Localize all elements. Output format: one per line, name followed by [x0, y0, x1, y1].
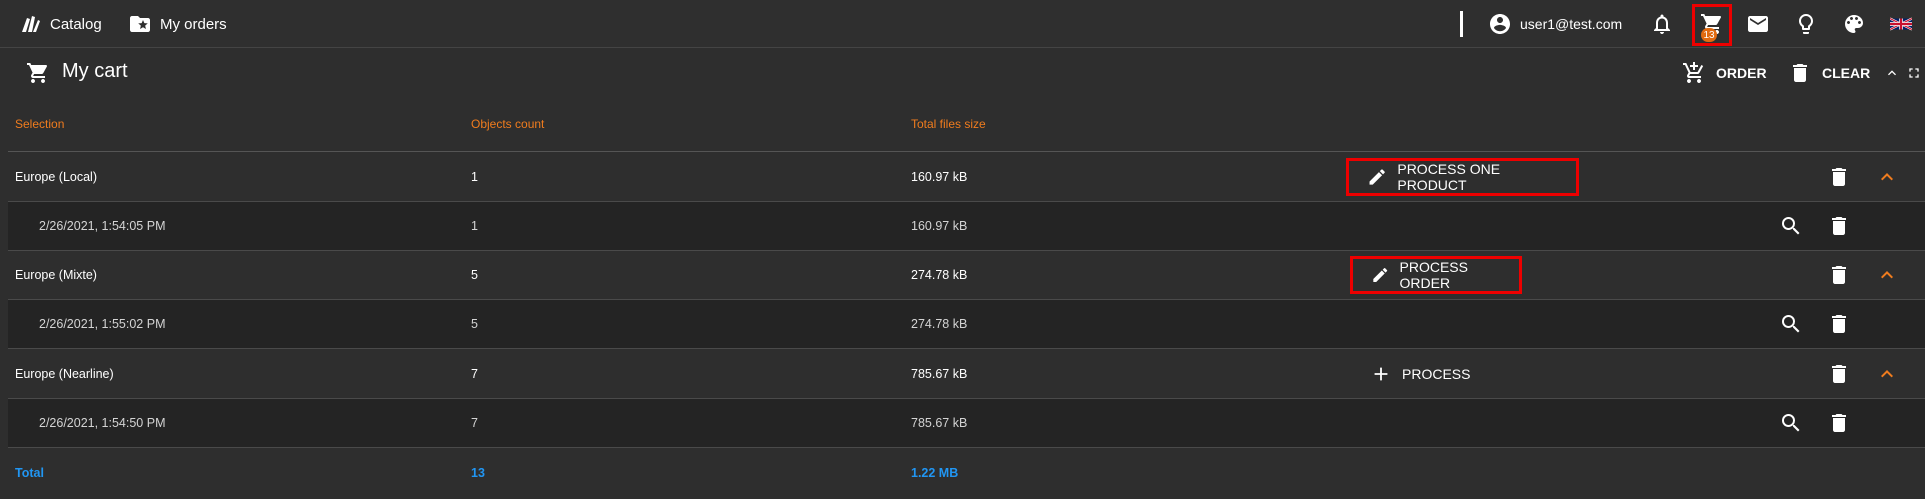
cell-total-size: 785.67 kB — [911, 367, 968, 381]
cell-total-size: 160.97 kB — [911, 219, 968, 233]
catalog-icon — [22, 16, 40, 32]
search-icon[interactable] — [1779, 312, 1803, 336]
cell-selection: Europe (Nearline) — [15, 367, 114, 381]
chevron-up-icon[interactable] — [1875, 165, 1899, 189]
process-button[interactable]: PROCESS — [1352, 355, 1486, 393]
nav-divider — [1460, 11, 1463, 37]
table-row[interactable]: 2/26/2021, 1:54:50 PM 7 785.67 kB — [8, 399, 1925, 448]
chevron-up-icon[interactable] — [1875, 263, 1899, 287]
bell-icon — [1654, 14, 1670, 34]
table-row[interactable]: 2/26/2021, 1:54:05 PM 1 160.97 kB — [8, 202, 1925, 251]
cell-total-size: 785.67 kB — [911, 416, 968, 430]
column-header-total-size[interactable]: Total files size — [911, 117, 986, 131]
cart-arrow-down-icon — [1683, 62, 1704, 83]
process-one-product-button[interactable]: PROCESS ONE PRODUCT — [1346, 158, 1579, 196]
total-files-size: 1.22 MB — [911, 466, 959, 480]
messages-button[interactable] — [1734, 0, 1782, 48]
delete-icon[interactable] — [1827, 411, 1851, 435]
delete-icon[interactable] — [1827, 214, 1851, 238]
cell-objects-count: 1 — [471, 170, 478, 184]
cell-selection: Europe (Local) — [15, 170, 97, 184]
cell-objects-count: 5 — [471, 317, 478, 331]
cart-count-badge: 13 — [1701, 28, 1717, 42]
table-row[interactable]: Europe (Mixte) 5 274.78 kB PROCESS ORDER — [8, 251, 1925, 300]
page-title: My cart — [62, 60, 128, 82]
lightbulb-icon — [1799, 14, 1813, 34]
delete-icon[interactable] — [1827, 263, 1851, 287]
process-button-label: PROCESS ONE PRODUCT — [1397, 161, 1501, 193]
cell-selection: 2/26/2021, 1:55:02 PM — [39, 317, 166, 331]
uk-flag-icon — [1890, 17, 1912, 31]
nav-catalog-label: Catalog — [50, 15, 102, 33]
delete-icon[interactable] — [1827, 165, 1851, 189]
help-button[interactable] — [1782, 0, 1830, 48]
palette-icon — [1845, 15, 1863, 33]
nav-my-orders-label: My orders — [160, 15, 227, 33]
cart-header: My cart ORDER CLEAR — [8, 49, 1925, 96]
user-email: user1@test.com — [1520, 16, 1623, 32]
user-menu[interactable]: user1@test.com — [1488, 0, 1622, 48]
top-navbar: Catalog My orders user1@test.com 13 — [0, 0, 1925, 48]
table-total-row: Total 13 1.22 MB — [8, 449, 1925, 498]
pencil-icon — [1369, 169, 1385, 185]
nav-my-orders[interactable]: My orders — [128, 0, 227, 48]
chevron-up-icon[interactable] — [1884, 65, 1900, 81]
folder-star-icon — [130, 16, 150, 32]
search-icon[interactable] — [1779, 214, 1803, 238]
search-icon[interactable] — [1779, 411, 1803, 435]
nav-catalog[interactable]: Catalog — [18, 0, 102, 48]
theme-button[interactable] — [1830, 0, 1878, 48]
mail-icon — [1748, 16, 1768, 32]
chevron-up-icon[interactable] — [1875, 362, 1899, 386]
order-button[interactable]: ORDER — [1682, 61, 1767, 85]
total-label: Total — [15, 466, 44, 480]
account-circle-icon — [1490, 14, 1510, 34]
delete-icon — [1793, 64, 1807, 82]
cart-icon — [27, 63, 48, 83]
pencil-icon — [1373, 268, 1388, 282]
table-header: Selection Objects count Total files size — [8, 100, 1925, 152]
table-row[interactable]: 2/26/2021, 1:55:02 PM 5 274.78 kB — [8, 300, 1925, 349]
table-row[interactable]: Europe (Local) 1 160.97 kB PROCESS ONE P… — [8, 153, 1925, 202]
column-header-objects-count[interactable]: Objects count — [471, 117, 544, 131]
delete-icon[interactable] — [1827, 312, 1851, 336]
table-row[interactable]: Europe (Nearline) 7 785.67 kB PROCESS — [8, 350, 1925, 399]
notifications-button[interactable] — [1638, 0, 1686, 48]
delete-icon[interactable] — [1827, 362, 1851, 386]
process-button-label: PROCESS ORDER — [1399, 259, 1468, 291]
clear-button-label: CLEAR — [1822, 65, 1871, 81]
cell-total-size: 160.97 kB — [911, 170, 968, 184]
process-order-button[interactable]: PROCESS ORDER — [1350, 256, 1522, 294]
cell-selection: 2/26/2021, 1:54:05 PM — [39, 219, 166, 233]
cell-objects-count: 7 — [471, 416, 478, 430]
language-button[interactable] — [1877, 0, 1925, 48]
plus-icon — [1374, 367, 1388, 381]
fullscreen-icon[interactable] — [1906, 65, 1922, 81]
cell-objects-count: 7 — [471, 367, 478, 381]
cell-selection: 2/26/2021, 1:54:50 PM — [39, 416, 166, 430]
clear-button[interactable]: CLEAR — [1788, 61, 1870, 85]
cell-total-size: 274.78 kB — [911, 317, 968, 331]
process-button-label: PROCESS — [1402, 366, 1471, 382]
cell-objects-count: 1 — [471, 219, 478, 233]
cell-objects-count: 5 — [471, 268, 478, 282]
column-header-selection[interactable]: Selection — [15, 117, 64, 131]
total-objects-count: 13 — [471, 466, 485, 480]
order-button-label: ORDER — [1716, 65, 1767, 81]
cell-selection: Europe (Mixte) — [15, 268, 97, 282]
cell-total-size: 274.78 kB — [911, 268, 968, 282]
